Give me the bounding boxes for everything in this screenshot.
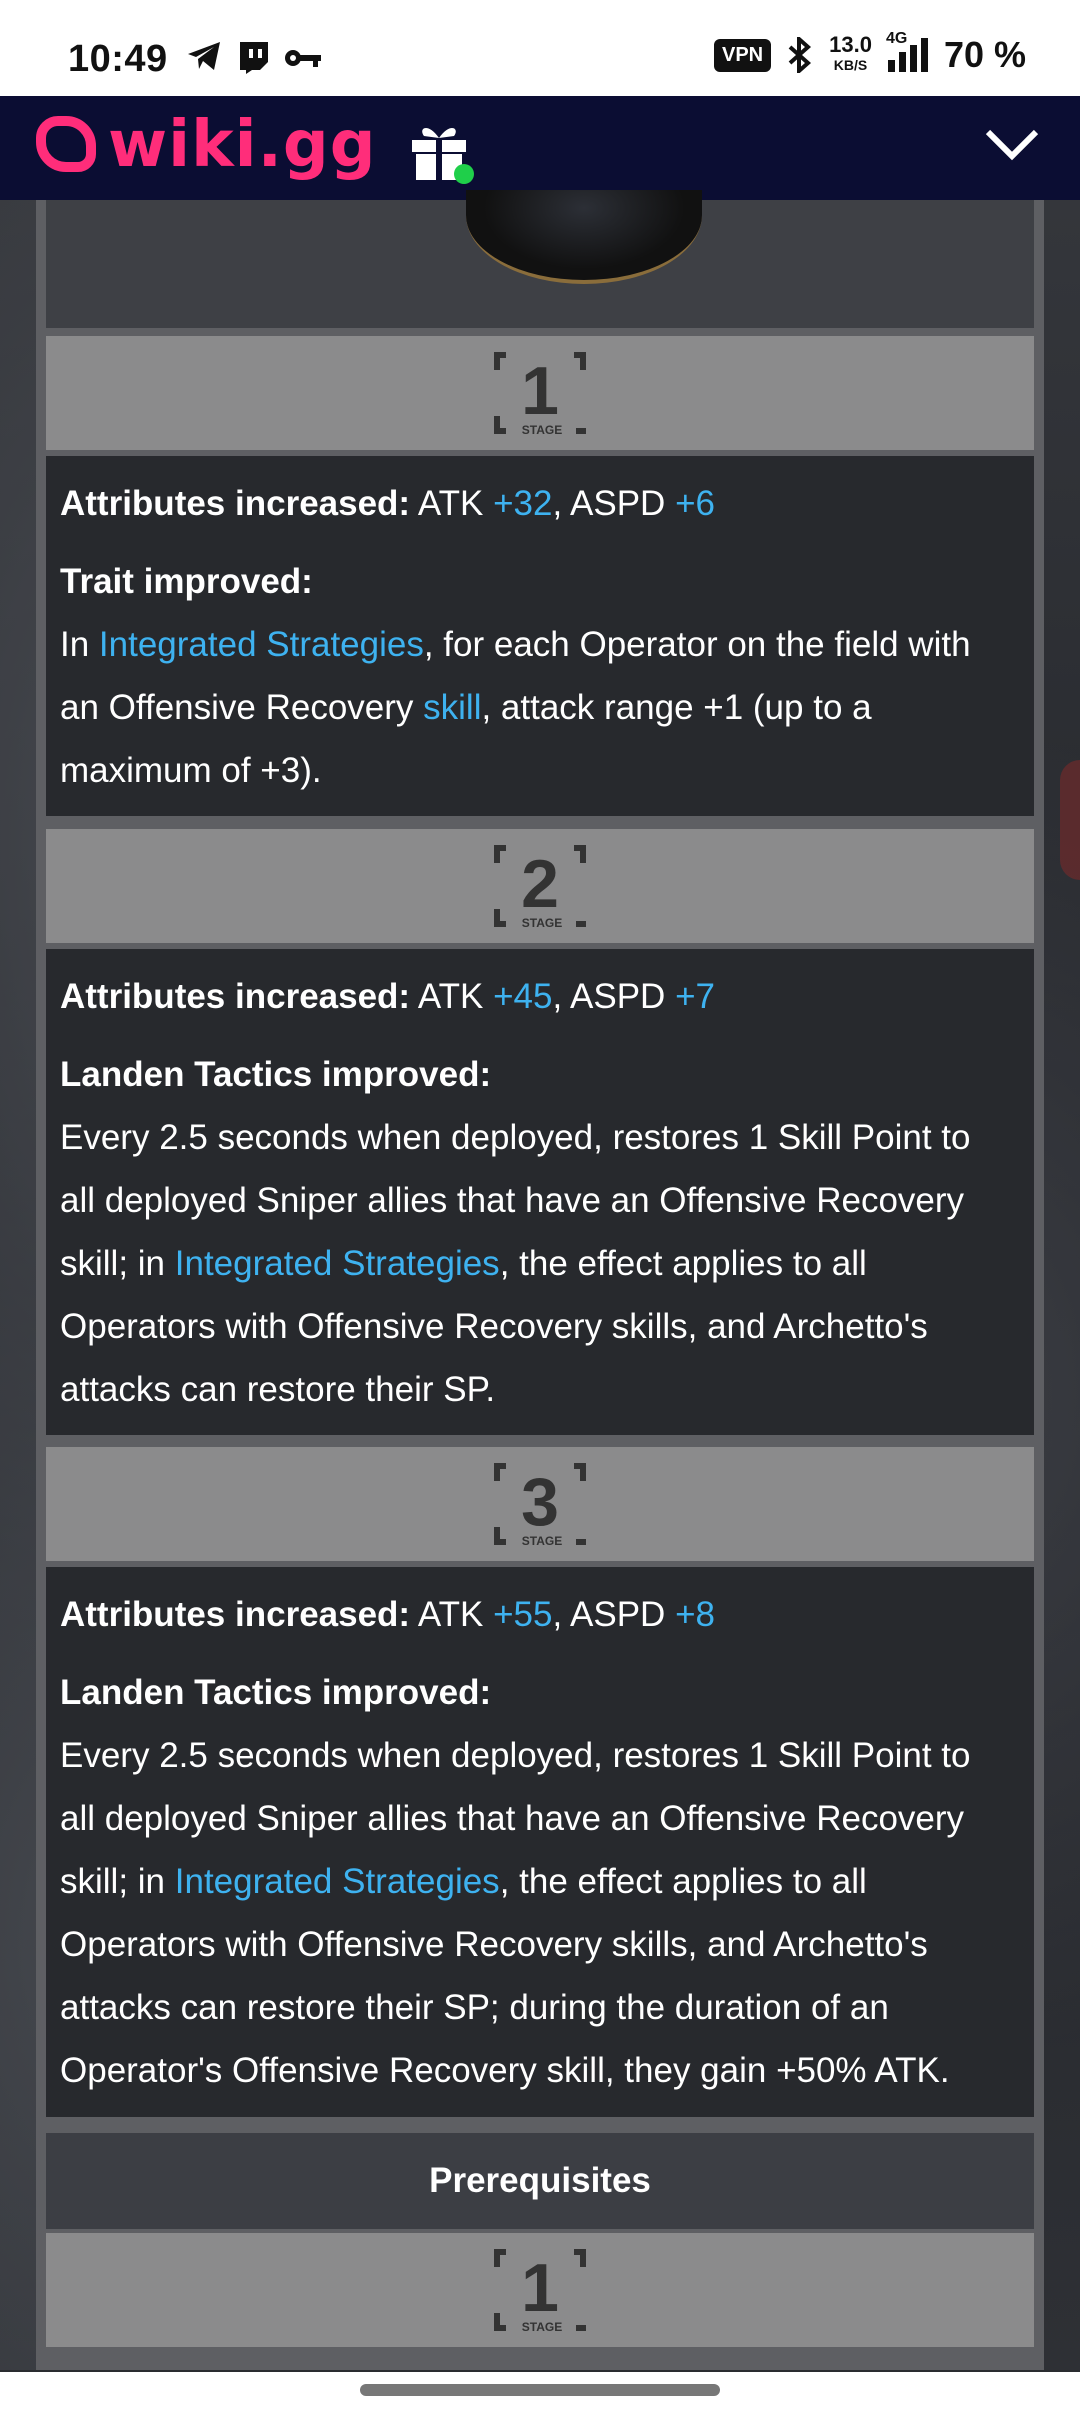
stage-3-attributes: Attributes increased: ATK +55, ASPD +8 [60, 1595, 715, 1634]
prereq-stage-word: STAGE [522, 2320, 562, 2333]
cell-signal: 4G [886, 30, 928, 72]
aspd-value: +7 [675, 977, 715, 1016]
background-decoration [1060, 760, 1080, 880]
chevron-down-icon[interactable] [984, 124, 1040, 164]
atk-label: ATK [417, 1595, 484, 1634]
status-right-group: VPN 13.0 KB/S 4G 70 % [713, 30, 1026, 76]
stage-1-word: STAGE [522, 423, 562, 436]
stage-3-badge-icon: 3 STAGE [494, 1463, 586, 1547]
stage-2-desc-line: Operators with Offensive Recovery skills… [60, 1307, 928, 1346]
twitch-icon [240, 42, 268, 74]
prereq-stage-badge-icon: 1 STAGE [494, 2249, 586, 2333]
stage-2-desc-line: attacks can restore their SP. [60, 1370, 496, 1409]
network-speed-value: 13.0 [829, 32, 872, 57]
stage-2-header: 2 STAGE [46, 829, 1034, 943]
vpn-badge: VPN [713, 38, 772, 72]
bluetooth-icon [788, 37, 812, 73]
stage-1-number: 1 [521, 353, 559, 429]
integrated-strategies-link[interactable]: Integrated Strategies [175, 1862, 500, 1901]
stage-3-desc-line: Operator's Offensive Recovery skill, the… [60, 2051, 950, 2090]
desc-text: , the effect applies to all [499, 1862, 867, 1901]
battery-level: 70 % [943, 34, 1026, 75]
network-type: 4G [885, 30, 908, 47]
attributes-label: Attributes increased: [60, 1595, 411, 1634]
network-speed: 13.0 KB/S [829, 32, 872, 75]
desc-text: an Offensive Recovery [60, 688, 424, 727]
attributes-label: Attributes increased: [60, 977, 411, 1016]
gift-icon[interactable] [408, 118, 476, 186]
status-time: 10:49 [68, 38, 168, 80]
telegram-icon [188, 42, 220, 70]
stage-1-details: Attributes increased: ATK +32, ASPD +6 T… [46, 456, 1034, 816]
stage-3-number: 3 [521, 1464, 559, 1540]
operator-image-section [46, 190, 1034, 328]
stage-1-attributes: Attributes increased: ATK +32, ASPD +6 [60, 484, 715, 523]
desc-text: In [60, 625, 99, 664]
stage-2-number: 2 [521, 846, 559, 922]
stage-2-details: Attributes increased: ATK +45, ASPD +7 L… [46, 949, 1034, 1435]
aspd-value: +8 [675, 1595, 715, 1634]
desc-text: , attack range +1 (up to a [481, 688, 872, 727]
aspd-label: ASPD [570, 1595, 666, 1634]
stage-2-attributes: Attributes increased: ATK +45, ASPD +7 [60, 977, 715, 1016]
stage-1-desc-line: maximum of +3). [60, 739, 322, 802]
prerequisites-stage-header: 1 STAGE [46, 2233, 1034, 2347]
system-nav-bar [0, 2372, 1080, 2412]
stage-2-desc-line: Every 2.5 seconds when deployed, restore… [60, 1118, 971, 1157]
atk-label: ATK [417, 977, 484, 1016]
wiki-logo-text: wiki.gg [108, 108, 377, 182]
desc-text: , for each Operator on the field with [423, 625, 971, 664]
status-bar: 10:49 VPN 13.0 KB/S 4G 70 % [0, 0, 1080, 96]
stage-2-desc-line: skill; in Integrated Strategies, the eff… [60, 1232, 867, 1295]
stage-3-desc-line: Every 2.5 seconds when deployed, restore… [60, 1736, 971, 1775]
wiki-logo-icon [36, 116, 96, 172]
desc-text: skill; in [60, 1862, 175, 1901]
desc-text: , the effect applies to all [499, 1244, 867, 1283]
stage-2-desc-line: all deployed Sniper allies that have an … [60, 1181, 965, 1220]
integrated-strategies-link[interactable]: Integrated Strategies [175, 1244, 500, 1283]
stage-3-improved-label: Landen Tactics improved: [60, 1673, 492, 1712]
stage-1-badge-icon: 1 STAGE [494, 352, 586, 436]
atk-label: ATK [417, 484, 484, 523]
stage-2-badge-icon: 2 STAGE [494, 845, 586, 929]
stage-3-details: Attributes increased: ATK +55, ASPD +8 L… [46, 1567, 1034, 2117]
stage-1-header: 1 STAGE [46, 336, 1034, 450]
aspd-value: +6 [675, 484, 715, 523]
stage-3-desc-line: all deployed Sniper allies that have an … [60, 1799, 965, 1838]
stage-2-improved-label: Landen Tactics improved: [60, 1055, 492, 1094]
desc-text: skill; in [60, 1244, 175, 1283]
aspd-label: ASPD [570, 977, 666, 1016]
stage-3-desc-line: skill; in Integrated Strategies, the eff… [60, 1850, 867, 1913]
aspd-label: ASPD [570, 484, 666, 523]
home-gesture-handle[interactable] [360, 2384, 720, 2396]
wiki-logo[interactable]: wiki.gg [36, 108, 377, 182]
atk-value: +32 [493, 484, 553, 523]
integrated-strategies-link[interactable]: Integrated Strategies [99, 625, 424, 664]
stage-1-desc-line: In Integrated Strategies, for each Opera… [60, 613, 971, 676]
stage-3-desc-line: attacks can restore their SP; during the… [60, 1988, 889, 2027]
stage-3-desc-line: Operators with Offensive Recovery skills… [60, 1925, 928, 1964]
stage-3-header: 3 STAGE [46, 1447, 1034, 1561]
key-icon [285, 50, 321, 67]
desc-text: maximum of +3). [60, 751, 322, 790]
stage-1-desc-line: an Offensive Recovery skill, attack rang… [60, 676, 872, 739]
prereq-stage-number: 1 [521, 2250, 559, 2326]
skill-link[interactable]: skill [423, 688, 481, 727]
stage-2-word: STAGE [522, 916, 562, 929]
atk-value: +45 [493, 977, 553, 1016]
stage-1-improved-label: Trait improved: [60, 562, 313, 601]
stage-3-word: STAGE [522, 1534, 562, 1547]
module-image [466, 190, 702, 284]
prerequisites-heading: Prerequisites [46, 2133, 1034, 2229]
attributes-label: Attributes increased: [60, 484, 411, 523]
site-header: wiki.gg [0, 96, 1080, 200]
atk-value: +55 [493, 1595, 553, 1634]
network-speed-unit: KB/S [833, 57, 868, 73]
